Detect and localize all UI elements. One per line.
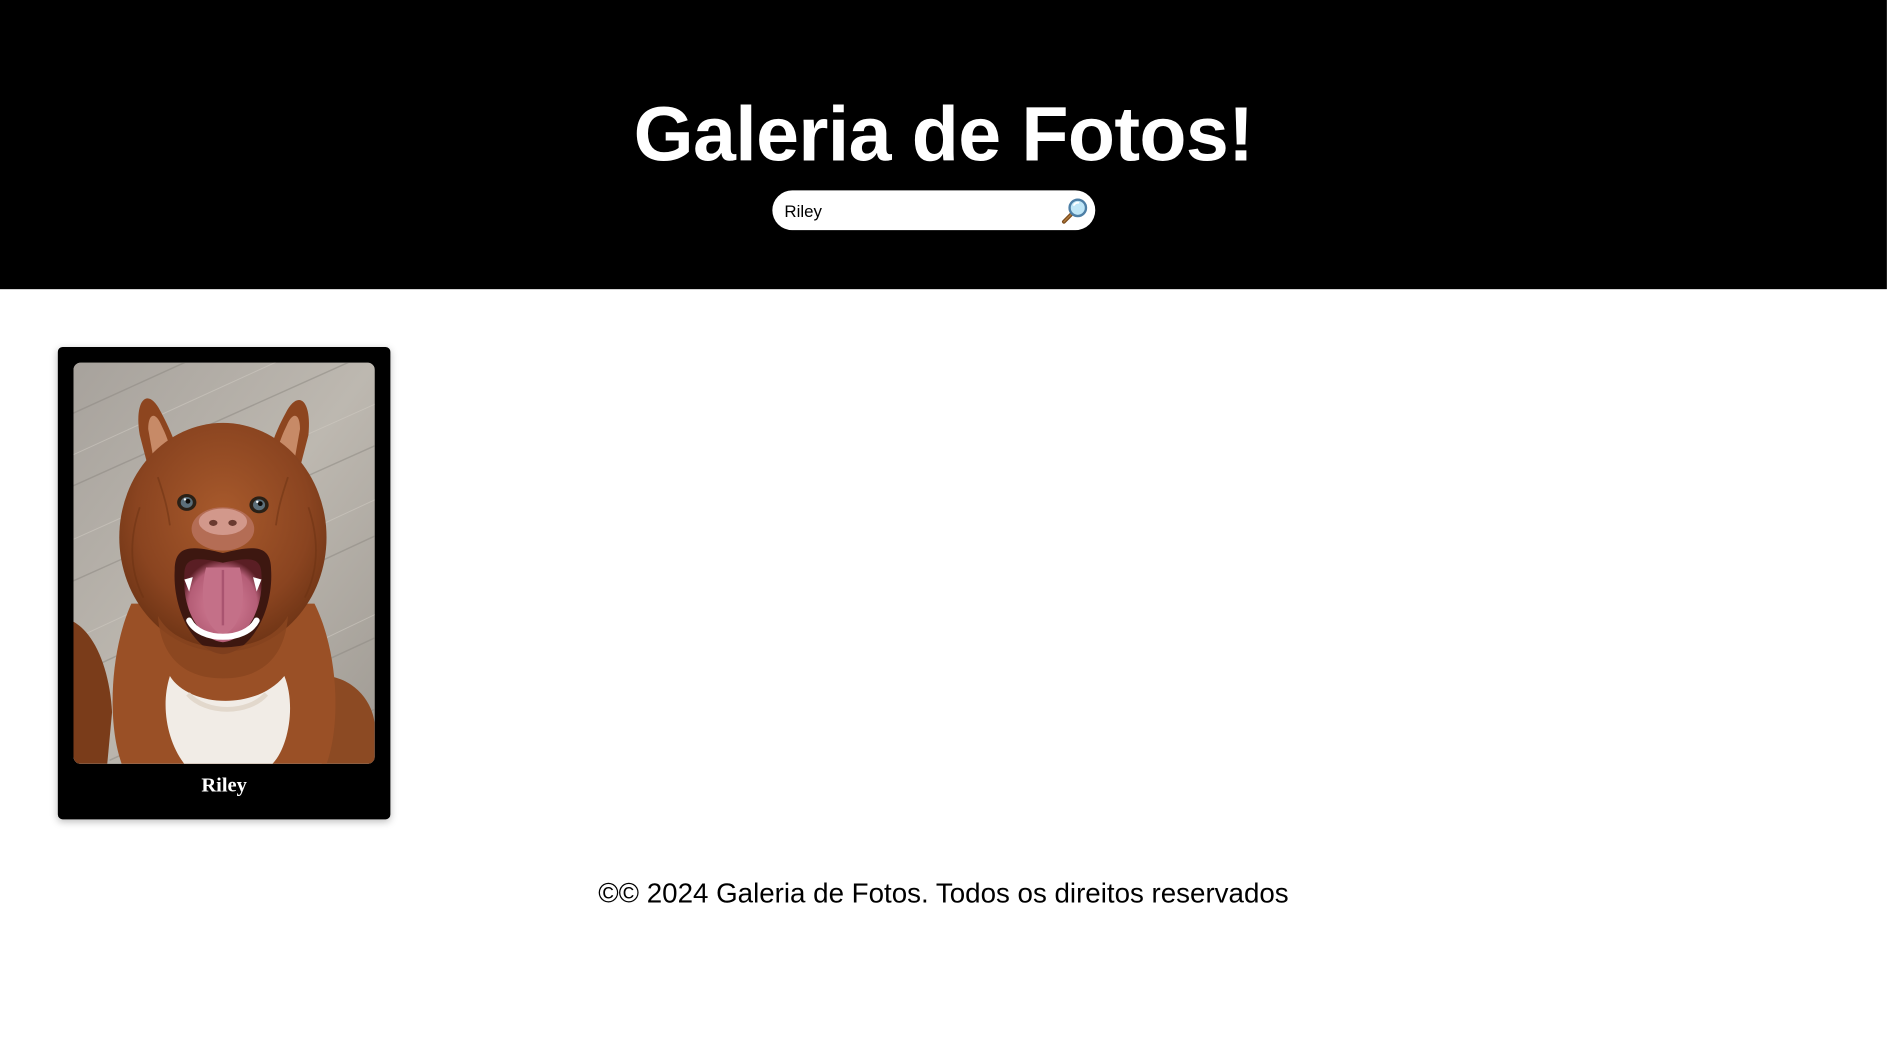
photo-caption: Riley	[201, 773, 247, 797]
photo-frame	[73, 362, 375, 764]
site-footer: ©© 2024 Galeria de Fotos. Todos os direi…	[598, 877, 1289, 909]
page: Galeria de Fotos! Riley Riley ©© 2024 Ga…	[0, 0, 1887, 1051]
site-header: Galeria de Fotos!	[0, 0, 1887, 290]
photo-card[interactable]: Riley	[57, 347, 391, 820]
search-box	[772, 190, 1096, 231]
search-button[interactable]	[1059, 195, 1090, 226]
magnifying-glass-icon	[1061, 198, 1088, 224]
page-title: Galeria de Fotos!	[633, 90, 1254, 178]
dog-photo	[73, 362, 375, 764]
search-input[interactable]	[772, 190, 1057, 231]
